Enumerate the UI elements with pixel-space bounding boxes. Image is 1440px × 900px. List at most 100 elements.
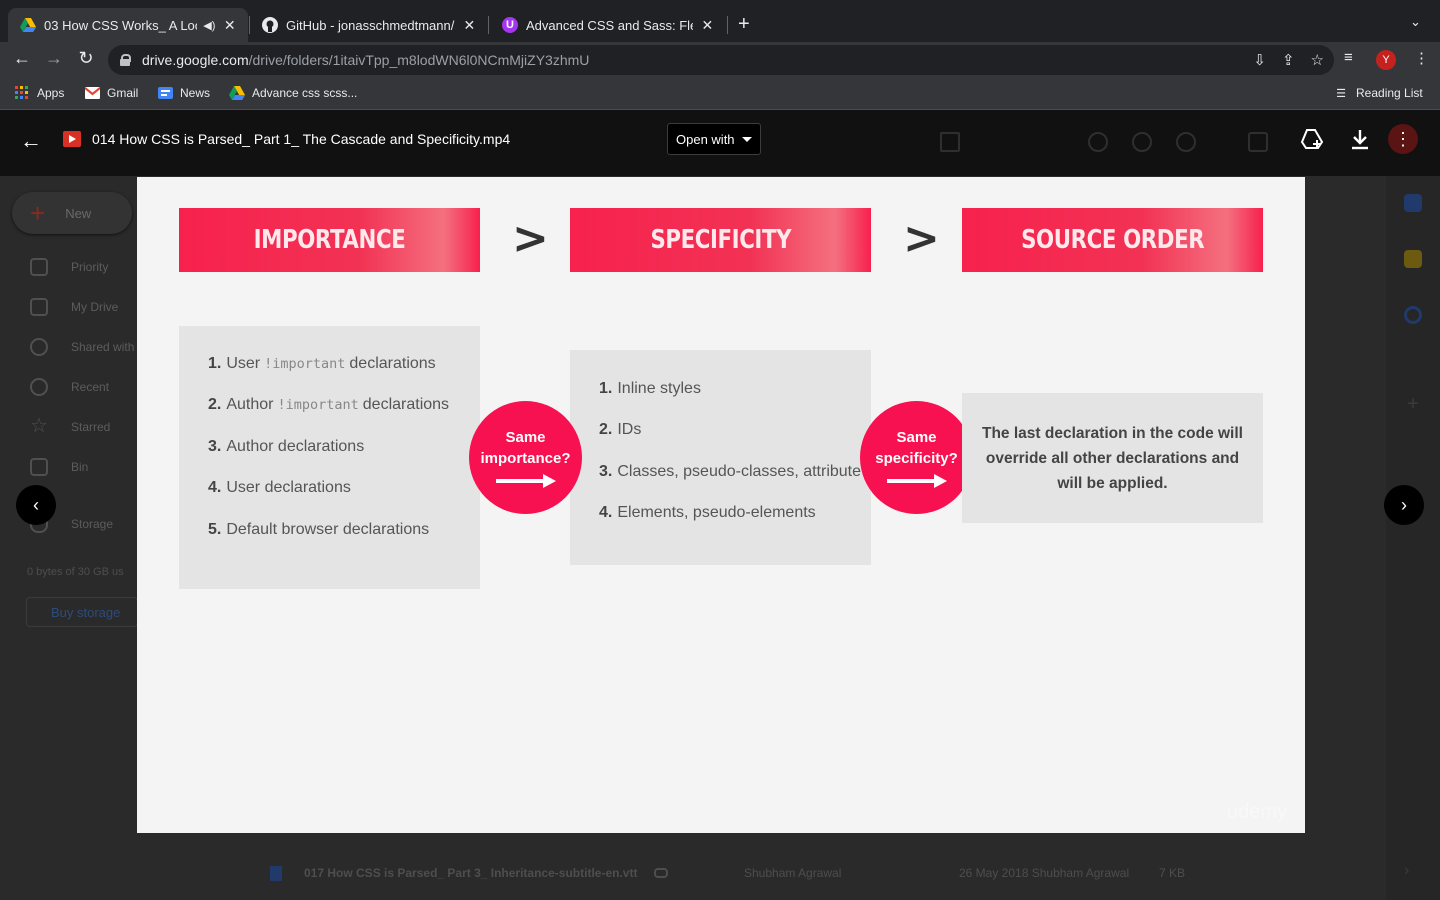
file-size: 7 KB [1159, 866, 1186, 880]
share-icon[interactable]: ⇪ [1282, 51, 1295, 69]
sidebar-item-bin[interactable]: Bin [30, 458, 88, 476]
add-to-drive-icon[interactable] [1300, 128, 1324, 156]
bookmark-label: Advance css scss... [252, 86, 358, 100]
list-item: 5. Default browser declarations [208, 520, 430, 538]
specificity-list: 1. Inline styles 2. IDs 3. Classes, pseudo-… [599, 368, 871, 534]
speaker-icon[interactable]: ◀) [203, 19, 215, 32]
trash-icon [30, 458, 48, 476]
help-icon [1132, 132, 1152, 152]
buy-storage-button[interactable]: Buy storage [26, 597, 138, 627]
video-file-icon [63, 131, 81, 147]
new-button-label: New [65, 205, 92, 221]
shared-people-icon [654, 868, 668, 878]
bookmark-news[interactable]: News [157, 86, 210, 100]
lock-icon[interactable] [120, 54, 131, 66]
reload-icon[interactable]: ↻ [74, 48, 98, 69]
bookmark-gmail[interactable]: Gmail [84, 86, 138, 100]
bookmark-star-icon[interactable]: ☆ [1311, 51, 1324, 69]
gmail-icon [84, 86, 100, 100]
list-item: 4. Elements, pseudo-elements [599, 504, 816, 522]
badge-line: specificity? [875, 450, 958, 467]
status-icon [1088, 132, 1108, 152]
address-bar[interactable]: drive.google.com/drive/folders/1itaivTpp… [108, 45, 1334, 75]
profile-avatar[interactable]: Y [1376, 50, 1396, 70]
close-tab-icon[interactable]: ✕ [701, 17, 714, 34]
bookmark-advance-css[interactable]: Advance css scss... [229, 86, 357, 100]
add-addon-icon[interactable]: + [1404, 394, 1422, 414]
importance-box: 1. User !important declarations 2. Author !im… [179, 326, 480, 589]
bookmark-label: News [180, 86, 211, 100]
new-tab-icon[interactable]: + [738, 13, 750, 36]
url-host: drive.google.com [142, 52, 249, 68]
url-path: /drive/folders/1itaivTpp_m8lodWN6l0NCmMj… [248, 52, 590, 68]
bookmark-label: Apps [37, 86, 65, 100]
list-item: 3. Classes, pseudo-classes, attribute [599, 462, 862, 480]
calendar-icon[interactable] [1404, 194, 1422, 212]
sidebar-item-priority[interactable]: Priority [30, 258, 108, 276]
storage-usage-text: 0 bytes of 30 GB us [27, 566, 124, 578]
apps-grid-icon [14, 86, 30, 100]
list-item: 1. User !important declarations [208, 354, 436, 372]
star-icon: ☆ [30, 415, 48, 437]
sidebar-item-label: Recent [71, 380, 110, 394]
sidebar-item-recent[interactable]: Recent [30, 378, 109, 396]
install-app-icon[interactable]: ⇩ [1253, 51, 1266, 69]
chrome-menu-icon[interactable]: ⋮ [1414, 49, 1429, 67]
sidebar-item-label: Starred [71, 420, 111, 434]
sidebar-item-shared[interactable]: Shared with [30, 338, 134, 356]
bookmark-apps[interactable]: Apps [14, 86, 64, 100]
chevron-right-icon: › [1401, 494, 1407, 515]
reading-list-button[interactable]: ☰ Reading List [1333, 86, 1423, 100]
tab-udemy[interactable]: U Advanced CSS and Sass: Flexb ✕ [490, 8, 726, 42]
download-icon[interactable] [1350, 128, 1370, 156]
sidebar-item-starred[interactable]: ☆ Starred [30, 415, 111, 437]
filter-icon [940, 132, 960, 152]
sidebar-item-my-drive[interactable]: My Drive [30, 298, 118, 316]
apps-grid-icon [1248, 132, 1268, 152]
reading-list-icon[interactable]: ≡ [1344, 49, 1353, 66]
tab-search-chevron-icon[interactable]: ⌄ [1410, 14, 1421, 30]
same-importance-badge: Same importance? [469, 401, 582, 514]
sidebar-item-label: Bin [71, 460, 89, 474]
preview-file-name: 014 How CSS is Parsed_ Part 1_ The Casca… [92, 131, 511, 147]
greater-than-sign: > [903, 213, 940, 264]
news-icon [157, 86, 173, 100]
chevron-left-icon: ‹ [33, 494, 39, 515]
previous-file-button[interactable]: ‹ [16, 485, 56, 525]
file-name: 017 How CSS is Parsed_ Part 3_ Inheritan… [304, 866, 638, 880]
file-modified: 26 May 2018 Shubham Agrawal [959, 866, 1130, 880]
next-file-button[interactable]: › [1384, 485, 1424, 525]
new-button[interactable]: + New [12, 192, 132, 234]
plus-icon: + [30, 198, 46, 228]
tab-drive[interactable]: 03 How CSS Works_ A Loo ◀) ✕ [8, 8, 248, 42]
reading-list-icon: ☰ [1336, 87, 1346, 100]
close-tab-icon[interactable]: ✕ [463, 17, 476, 34]
tab-title: 03 How CSS Works_ A Loo [44, 17, 198, 33]
video-frame[interactable]: IMPORTANCE > SPECIFICITY > SOURCE ORDER … [137, 177, 1305, 833]
file-row[interactable]: 017 How CSS is Parsed_ Part 3_ Inheritan… [270, 858, 1420, 888]
open-with-button[interactable]: Open with [667, 123, 761, 155]
greater-than-sign: > [512, 213, 549, 264]
list-item: 2. Author !important declarations [208, 396, 450, 414]
back-arrow-icon[interactable]: ← [10, 48, 34, 69]
close-tab-icon[interactable]: ✕ [223, 17, 236, 34]
forward-arrow-icon[interactable]: → [42, 48, 66, 69]
udemy-icon: U [502, 17, 518, 33]
reading-list-label: Reading List [1356, 86, 1423, 100]
tab-separator [488, 16, 489, 34]
people-icon [30, 338, 48, 356]
header-specificity: SPECIFICITY [570, 208, 871, 272]
specificity-box: 1. Inline styles 2. IDs 3. Classes, pseudo-… [570, 350, 871, 565]
tab-github[interactable]: GitHub - jonasschmedtmann/a ✕ [250, 8, 488, 42]
right-arrow-icon [886, 474, 947, 488]
tab-title: Advanced CSS and Sass: Flexb [526, 17, 693, 33]
tasks-icon[interactable] [1404, 306, 1422, 324]
keep-icon[interactable] [1404, 250, 1422, 268]
list-item: 4. User declarations [208, 479, 351, 497]
browser-tab-strip: 03 How CSS Works_ A Loo ◀) ✕ GitHub - jo… [0, 0, 1440, 42]
sidebar-item-label: Priority [71, 260, 109, 274]
more-actions-icon[interactable]: ⋮ [1388, 124, 1418, 154]
back-arrow-icon[interactable]: ← [20, 128, 42, 154]
bookmark-label: Gmail [107, 86, 139, 100]
tab-separator [727, 16, 728, 34]
